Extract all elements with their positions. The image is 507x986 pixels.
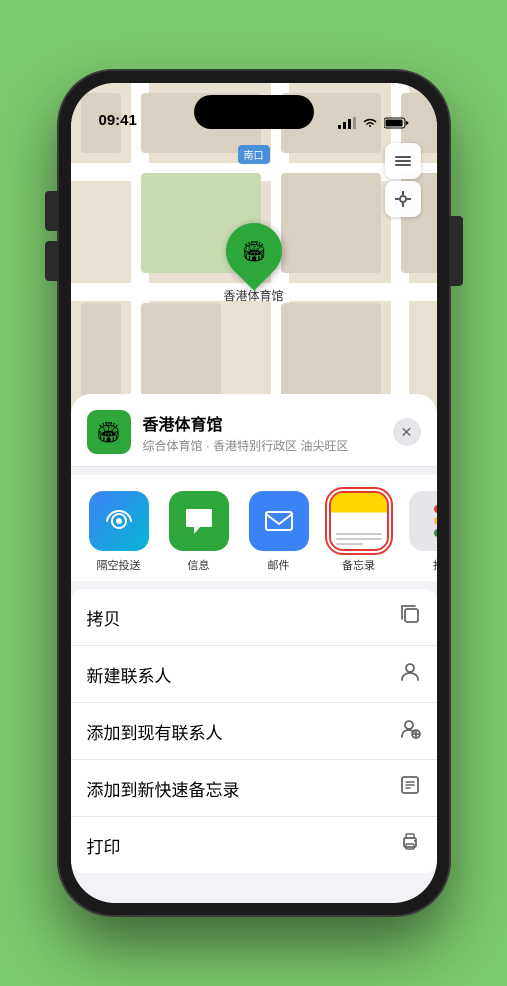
- messages-label: 信息: [188, 557, 210, 573]
- notes-inner: [331, 493, 387, 549]
- action-add-existing-contact[interactable]: 添加到现有联系人: [71, 703, 437, 760]
- print-icon: [399, 831, 421, 859]
- venue-description: 综合体育馆 · 香港特别行政区 油尖旺区: [143, 437, 381, 454]
- share-item-mail[interactable]: 邮件: [247, 491, 311, 573]
- map-layers-button[interactable]: [385, 143, 421, 179]
- volume-down-button[interactable]: [45, 241, 59, 281]
- battery-icon: [384, 117, 409, 129]
- quick-note-icon: [399, 774, 421, 802]
- phone-screen: 09:41: [71, 83, 437, 903]
- location-button[interactable]: [385, 181, 421, 217]
- signal-icon: [338, 117, 356, 129]
- stadium-pin[interactable]: 🏟 香港体育馆: [223, 223, 283, 304]
- share-item-airdrop[interactable]: 隔空投送: [87, 491, 151, 573]
- action-add-quick-note[interactable]: 添加到新快速备忘录: [71, 760, 437, 817]
- phone-frame: 09:41: [59, 71, 449, 915]
- mail-icon: [249, 491, 309, 551]
- new-contact-icon: [399, 660, 421, 688]
- map-controls: [385, 143, 421, 217]
- copy-icon: [399, 603, 421, 631]
- map-block: [281, 303, 381, 403]
- action-list: 拷贝 新建联系人: [71, 589, 437, 873]
- action-copy-label: 拷贝: [87, 605, 121, 630]
- share-item-notes[interactable]: 备忘录: [327, 491, 391, 573]
- venue-info: 香港体育馆 综合体育馆 · 香港特别行政区 油尖旺区: [143, 411, 381, 454]
- messages-icon: [169, 491, 229, 551]
- stadium-pin-icon: 🏟: [214, 211, 293, 290]
- map-north-label: 南口: [238, 145, 270, 164]
- map-block: [81, 303, 121, 403]
- power-button[interactable]: [449, 216, 463, 286]
- volume-up-button[interactable]: [45, 191, 59, 231]
- share-item-more[interactable]: 推: [407, 491, 437, 573]
- map-block: [281, 173, 381, 273]
- map-block: [141, 303, 221, 403]
- more-icon: [409, 491, 437, 551]
- action-print[interactable]: 打印: [71, 817, 437, 873]
- share-item-messages[interactable]: 信息: [167, 491, 231, 573]
- mail-label: 邮件: [268, 557, 290, 573]
- status-icons: [338, 117, 409, 129]
- action-copy[interactable]: 拷贝: [71, 589, 437, 646]
- dynamic-island: [194, 95, 314, 129]
- airdrop-label: 隔空投送: [97, 557, 141, 573]
- add-existing-contact-icon: [399, 717, 421, 745]
- notes-label: 备忘录: [342, 557, 375, 573]
- close-button[interactable]: ✕: [393, 418, 421, 446]
- airdrop-icon: [89, 491, 149, 551]
- notes-icon: [329, 491, 389, 551]
- action-add-quick-note-label: 添加到新快速备忘录: [87, 776, 240, 801]
- sheet-header: 🏟 香港体育馆 综合体育馆 · 香港特别行政区 油尖旺区 ✕: [71, 394, 437, 467]
- action-new-contact-label: 新建联系人: [87, 662, 172, 687]
- status-time: 09:41: [99, 112, 137, 129]
- share-row: 隔空投送 信息: [71, 475, 437, 581]
- more-label: 推: [433, 557, 437, 573]
- action-print-label: 打印: [87, 833, 121, 858]
- action-new-contact[interactable]: 新建联系人: [71, 646, 437, 703]
- bottom-sheet: 🏟 香港体育馆 综合体育馆 · 香港特别行政区 油尖旺区 ✕: [71, 394, 437, 903]
- wifi-icon: [362, 117, 378, 129]
- venue-logo: 🏟: [87, 410, 131, 454]
- venue-name: 香港体育馆: [143, 411, 381, 435]
- action-add-existing-label: 添加到现有联系人: [87, 719, 223, 744]
